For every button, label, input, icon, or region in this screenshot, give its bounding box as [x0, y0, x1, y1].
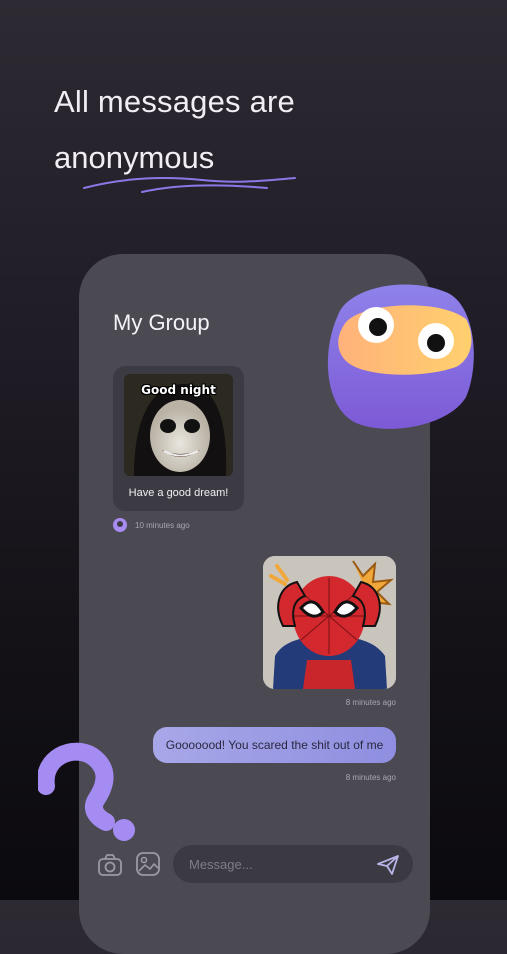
headline-emphasis: anonymous: [54, 140, 215, 175]
headline: All messages are anonymous: [54, 80, 474, 193]
message-meta: 10 minutes ago: [113, 518, 190, 532]
group-title: My Group: [113, 310, 210, 335]
user-avatar-icon[interactable]: [113, 518, 127, 532]
message-photo[interactable]: Good night: [124, 374, 233, 476]
gallery-icon[interactable]: [135, 851, 161, 877]
send-icon[interactable]: [376, 854, 400, 876]
message-time: 8 minutes ago: [345, 698, 396, 707]
message-composer: [79, 844, 430, 884]
message-caption: Have a good dream!: [128, 487, 229, 499]
question-mark-decoration: [38, 742, 135, 841]
camera-icon[interactable]: [97, 852, 123, 878]
underline-squiggle-icon: [83, 177, 296, 193]
photo-overlay-text: Good night: [141, 383, 216, 397]
message-card-image[interactable]: Good night Have a good dream!: [113, 366, 244, 511]
message-time: 10 minutes ago: [135, 520, 190, 530]
headline-line-2: anonymous: [54, 136, 296, 193]
message-sticker[interactable]: [263, 556, 396, 689]
spiderman-sticker-image: [263, 556, 396, 689]
message-time: 8 minutes ago: [345, 773, 396, 782]
mascot-blob: [327, 284, 474, 429]
message-bubble-text[interactable]: Gooooood! You scared the shit out of me: [153, 727, 396, 763]
headline-line-1: All messages are: [54, 84, 295, 119]
